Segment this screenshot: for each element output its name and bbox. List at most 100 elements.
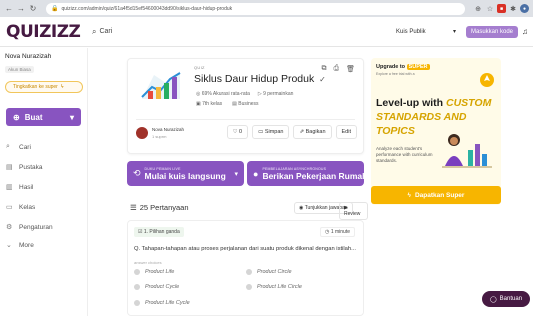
promo-illustration	[442, 134, 492, 168]
help-button[interactable]: ◯ Bantuan	[482, 291, 530, 307]
question-type-badge: ☑ 1. Pilihan ganda	[134, 227, 184, 237]
quiz-card-actions: ⧉ ⎙ 🗑	[322, 65, 356, 73]
sidebar-item-settings[interactable]: ⚙ Pengaturan	[6, 223, 53, 232]
filter-label: Kuis Publik	[396, 28, 426, 35]
super-badge: SUPER	[406, 64, 430, 70]
bookmark-star-icon[interactable]: ☆	[485, 4, 495, 14]
radio-icon	[246, 284, 252, 290]
reload-icon[interactable]: ↻	[28, 4, 38, 14]
radio-icon	[134, 269, 140, 275]
promo-subtitle: Explore a free trial with a	[376, 72, 415, 76]
library-filter-dropdown[interactable]: Kuis Publik ▾	[396, 28, 456, 36]
caret-down-icon: ▾	[69, 112, 74, 122]
delete-icon[interactable]: 🗑	[346, 65, 355, 73]
sidebar-item-more[interactable]: ⌄ More	[6, 241, 34, 250]
avatar	[136, 127, 148, 139]
print-icon[interactable]: ⎙	[334, 65, 340, 73]
extension-icon[interactable]: ■	[497, 4, 506, 13]
search-input[interactable]: Cari	[99, 28, 112, 35]
radio-icon	[134, 284, 140, 290]
share-icon[interactable]: ⊕	[473, 4, 483, 14]
promo-upgrade-label: Upgrade to SUPER	[376, 64, 430, 70]
question-type-text: 1. Pilihan ganda	[143, 229, 180, 235]
upgrade-button[interactable]: Tingkatkan ke super ϟ	[5, 81, 83, 93]
main-content: QUIZ Siklus Daur Hidup Produk ✓ ◎ 69% Ak…	[88, 48, 368, 316]
puzzle-icon[interactable]: ✱	[508, 4, 518, 14]
classes-icon: ▭	[6, 204, 13, 211]
quiz-footer-actions: ♡ 0 ▭ Simpan ⇗ Bagikan Edit	[226, 125, 357, 139]
profile-avatar-icon[interactable]: ●	[520, 4, 529, 13]
answer-choice-text: Product Circle	[257, 269, 292, 275]
assign-homework-button[interactable]: ● PEMBELAJARAN ASYNCHRONOUS Berikan Peke…	[247, 161, 368, 186]
question-count-text: 25 Pertanyaan	[139, 203, 189, 212]
radio-icon	[246, 269, 252, 275]
quiz-info-card: QUIZ Siklus Daur Hidup Produk ✓ ◎ 69% Ak…	[127, 58, 364, 154]
like-button[interactable]: ♡ 0	[226, 125, 249, 139]
get-super-button[interactable]: ϟ Dapatkan Super	[371, 186, 501, 204]
live-label: Mulai kuis langsung	[144, 170, 226, 181]
answer-choice-text: Product Life	[145, 269, 175, 275]
help-label: Bantuan	[499, 296, 523, 302]
bolt-icon: ϟ	[60, 84, 64, 90]
promo-headline-text: Level-up with	[376, 97, 447, 109]
super-promo-panel: Upgrade to SUPER Explore a free trial wi…	[371, 58, 501, 205]
search-bar[interactable]: ⌕ Cari	[88, 27, 388, 37]
copy-icon[interactable]: ⧉	[322, 65, 327, 73]
create-label: Buat	[24, 112, 43, 122]
accuracy-text: 69% Akurasi rata-rata	[201, 91, 250, 97]
answer-choice: Product Circle	[246, 269, 292, 275]
forward-icon[interactable]: →	[16, 4, 26, 14]
quiz-type-label: QUIZ	[194, 65, 205, 70]
share-button[interactable]: ⇗ Bagikan	[293, 125, 332, 139]
library-icon: ▤	[6, 164, 13, 171]
answer-choices-label: answer choices	[134, 260, 162, 265]
notification-icon[interactable]: ♫	[522, 27, 528, 36]
play-live-icon: ⟲	[133, 168, 141, 178]
sidebar-item-label: Pustaka	[19, 163, 43, 171]
enter-code-button[interactable]: Masukkan kode	[466, 25, 519, 38]
eye-icon: ◉	[299, 205, 304, 211]
upgrade-to-text: Upgrade to	[376, 64, 406, 70]
help-icon: ◯	[489, 296, 497, 303]
grade-text: 7th kelas	[202, 101, 223, 107]
sidebar-item-label: More	[19, 241, 34, 249]
answer-choice: Product Cycle	[134, 284, 179, 290]
clock-icon: ◷	[325, 229, 330, 235]
answer-choice-text: Product Life Circle	[257, 284, 302, 290]
quizizz-logo[interactable]: QUIZIZZ	[0, 22, 88, 42]
answer-choice: Product Life	[134, 269, 174, 275]
grade-stat: ▣ 7th kelas	[196, 101, 223, 107]
review-button[interactable]: ▶ Review	[339, 202, 368, 220]
plays-text: 9 permainkan	[263, 91, 294, 97]
promo-description: Analyze each student's performance with …	[376, 146, 433, 163]
save-button[interactable]: ▭ Simpan	[252, 125, 290, 139]
back-icon[interactable]: ←	[4, 4, 14, 14]
quiz-thumbnail	[136, 65, 186, 107]
sidebar-item-results[interactable]: ▥ Hasil	[6, 183, 34, 192]
save-label: Simpan	[264, 129, 284, 135]
question-time-badge: ◷ 1 minute	[320, 227, 355, 237]
live-sublabel: DUKU PEMAIN LIVE	[144, 166, 181, 171]
start-live-quiz-button[interactable]: ⟲ DUKU PEMAIN LIVE Mulai kuis langsung ▾	[127, 161, 244, 186]
quiz-title: Siklus Daur Hidup Produk ✓	[194, 73, 326, 85]
homework-label: Berikan Pekerjaan Rumah	[262, 170, 368, 181]
homework-sublabel: PEMBELAJARAN ASYNCHRONOUS	[262, 166, 327, 171]
rocket-icon	[480, 73, 494, 87]
search-icon: ⌕	[92, 26, 97, 36]
bolt-icon: ϟ	[407, 191, 411, 199]
answer-choice: Product Life Circle	[246, 284, 302, 290]
sidebar-item-classes[interactable]: ▭ Kelas	[6, 203, 36, 212]
create-button[interactable]: ⊕ Buat ▾	[6, 108, 81, 126]
account-type-badge: Akun Biasa	[5, 66, 34, 73]
sidebar-item-library[interactable]: ▤ Pustaka	[6, 163, 43, 172]
divider	[136, 119, 355, 120]
question-card: ☑ 1. Pilihan ganda ◷ 1 minute Q. Tahapan…	[127, 220, 364, 316]
sidebar-item-search[interactable]: ⌕ Cari	[6, 143, 31, 151]
sidebar-item-label: Kelas	[19, 203, 36, 211]
plus-circle-icon: ⊕	[13, 112, 20, 122]
reports-icon: ▥	[6, 184, 13, 191]
caret-down-icon[interactable]: ▾	[234, 170, 238, 178]
sidebar-item-label: Hasil	[19, 183, 34, 191]
address-bar[interactable]: 🔒 quizizz.com/admin/quiz/61a4f5d15ef5460…	[46, 2, 465, 15]
edit-button[interactable]: Edit	[335, 125, 357, 139]
